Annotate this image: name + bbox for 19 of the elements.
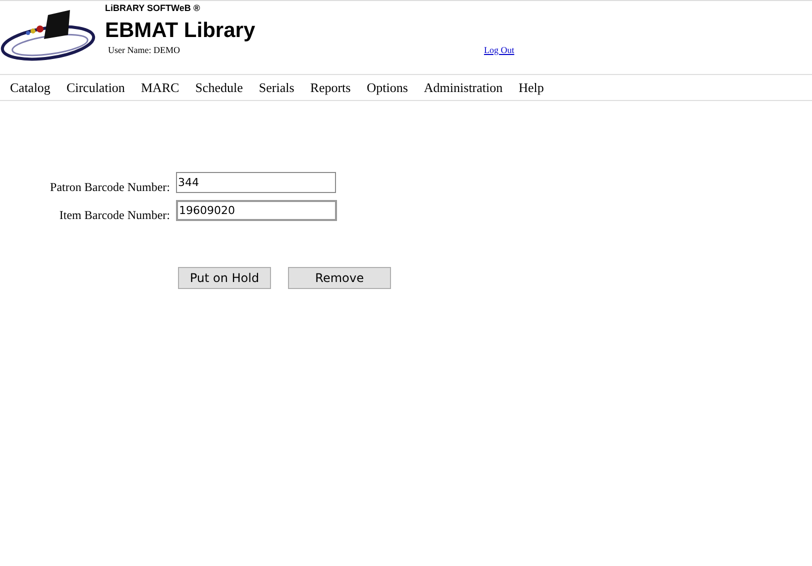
menu-item[interactable]: Schedule (195, 81, 243, 94)
menu-item[interactable]: Serials (258, 81, 294, 94)
menu-item[interactable]: Circulation (66, 81, 125, 94)
menu-item[interactable]: Help (518, 81, 544, 94)
barcode-field[interactable]: 344 (176, 172, 336, 193)
menu-item[interactable]: Options (366, 81, 408, 94)
barcode-field[interactable]: 19609020 (176, 200, 337, 221)
field-label: Patron Barcode Number: (49, 180, 170, 195)
log-out-link[interactable]: Log Out (484, 45, 514, 55)
action-button[interactable]: Remove (288, 267, 391, 289)
brand-text: LiBRARY SOFTWeB ® (105, 3, 201, 13)
menu-item[interactable]: Administration (424, 81, 503, 94)
menu-item[interactable]: Catalog (10, 81, 50, 94)
menu-item[interactable]: MARC (140, 81, 180, 94)
user-name: User Name: DEMO (108, 45, 180, 55)
action-button[interactable]: Put on Hold (178, 267, 271, 289)
library-title: EBMAT Library (105, 19, 256, 43)
menu-item[interactable]: Reports (310, 81, 351, 94)
field-label: Item Barcode Number: (58, 208, 170, 223)
